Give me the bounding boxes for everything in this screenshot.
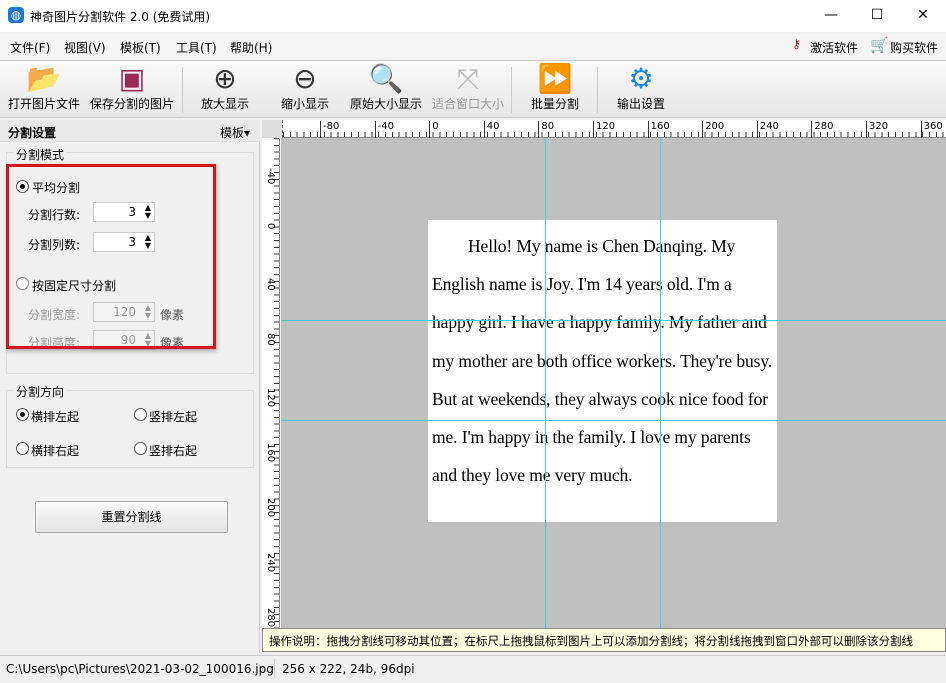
dir-row-left-radio[interactable]: [16, 408, 29, 421]
status-bar: C:\Users\pc\Pictures\2021-03-02_100016.j…: [0, 655, 946, 683]
ruler-label: 40: [483, 121, 500, 138]
group-label: 分割方向: [14, 383, 67, 400]
button-label: 适合窗口大小: [431, 97, 504, 111]
reset-lines-button[interactable]: 重置分割线: [35, 501, 228, 533]
horizontal-ruler[interactable]: -80 -40 0 40 80 120 160 200 240 280 320 360: [283, 120, 946, 138]
group-label: 分割模式: [14, 146, 67, 163]
minimize-button[interactable]: —: [808, 0, 854, 32]
button-label: 保存分割的图片: [89, 97, 174, 111]
dir-label: 竖排右起: [149, 444, 198, 458]
title-bar: ◍ 神奇图片分割软件 2.0 (免费试用) — ☐ ✕: [0, 0, 946, 32]
activate-link[interactable]: 激活软件: [810, 39, 858, 56]
close-button[interactable]: ✕: [900, 0, 946, 32]
ruler-label: -80: [320, 121, 339, 138]
zoom-in-button[interactable]: ⊕ 放大显示: [190, 61, 260, 117]
ruler-label: 80: [538, 121, 554, 138]
menu-tools[interactable]: 工具(T): [176, 39, 217, 56]
image-canvas[interactable]: Hello! My name is Chen Danqing. My Engli…: [281, 138, 946, 628]
button-label: 批量分割: [530, 97, 579, 111]
ruler-label: 0: [265, 223, 276, 230]
open-image-button[interactable]: 📂 打开图片文件: [4, 61, 84, 117]
dir-label: 横排左起: [31, 410, 80, 424]
batch-icon: ⏩: [537, 62, 573, 95]
instructions-tip: 操作说明：拖拽分割线可移动其位置；在标尺上拖拽鼠标到图片上可以添加分割线；将分割…: [262, 628, 946, 652]
dir-col-left-radio[interactable]: [134, 408, 147, 421]
ruler-label: 160: [647, 121, 670, 138]
fit-window-icon: ⤧: [456, 62, 480, 95]
dir-col-right-radio[interactable]: [134, 442, 147, 455]
zoom-in-icon: ⊕: [213, 62, 237, 95]
ruler-label: 120: [265, 388, 276, 408]
button-label: 输出设置: [616, 97, 665, 111]
status-divider: [274, 659, 275, 679]
ruler-label: 200: [265, 498, 276, 518]
menu-bar: 文件(F) 视图(V) 模板(T) 工具(T) 帮助(H) ⚷ 激活软件 🛒 购…: [0, 34, 946, 58]
menu-file[interactable]: 文件(F): [10, 39, 50, 56]
split-settings-panel: 分割设置 模板▾ 分割模式 平均分割 分割行数: 3 ▲ ▼ 分割列数: 3 ▲ ▼ 按…: [0, 120, 260, 653]
menu-view[interactable]: 视图(V): [64, 39, 106, 56]
toolbar-separator: [182, 67, 183, 113]
actual-size-icon: 🔍: [368, 62, 404, 95]
highlight-box: [6, 164, 216, 349]
vertical-ruler[interactable]: -40 0 40 80 120 160 200 240 280: [262, 138, 280, 628]
ruler-label: 280: [265, 608, 276, 628]
ruler-label: -40: [374, 121, 394, 138]
ruler-label: 200: [702, 121, 724, 138]
horizontal-split-line[interactable]: [281, 420, 946, 421]
vertical-split-line[interactable]: [545, 138, 546, 628]
ruler-label: 120: [593, 121, 615, 138]
dir-label: 横排右起: [31, 444, 80, 458]
panel-title: 分割设置: [8, 126, 57, 140]
app-icon: ◍: [8, 7, 24, 23]
button-label: 缩小显示: [280, 97, 329, 111]
key-icon: ⚷: [792, 37, 801, 51]
zoom-out-icon: ⊖: [293, 62, 317, 95]
file-path: C:\Users\pc\Pictures\2021-03-02_100016.j…: [6, 662, 274, 676]
dir-label: 竖排左起: [149, 410, 198, 424]
cart-icon: 🛒: [870, 36, 889, 54]
zoom-out-button[interactable]: ⊖ 缩小显示: [270, 61, 340, 117]
panel-header: 分割设置 模板▾: [0, 120, 260, 142]
buy-link[interactable]: 购买软件: [890, 39, 938, 56]
image-info: 256 x 222, 24b, 96dpi: [282, 662, 415, 676]
toolbar-separator: [597, 67, 598, 113]
ruler-label: 240: [265, 553, 276, 573]
save-icon: ▣: [118, 62, 146, 95]
button-label: 打开图片文件: [7, 97, 80, 111]
menu-help[interactable]: 帮助(H): [230, 39, 272, 56]
button-label: 放大显示: [200, 97, 249, 111]
dir-row-right-radio[interactable]: [16, 442, 29, 455]
ruler-label: -40: [265, 168, 276, 185]
output-settings-button[interactable]: ⚙ 输出设置: [606, 61, 676, 117]
fit-window-button[interactable]: ⤧ 适合窗口大小: [430, 61, 506, 117]
ruler-corner: [262, 120, 283, 138]
ruler-label: 160: [265, 443, 276, 463]
vertical-split-line[interactable]: [660, 138, 661, 628]
batch-split-button[interactable]: ⏩ 批量分割: [520, 61, 590, 117]
ruler-label: 280: [811, 121, 833, 138]
image-preview: Hello! My name is Chen Danqing. My Engli…: [428, 220, 777, 522]
ruler-label: 320: [866, 121, 888, 138]
template-dropdown[interactable]: 模板▾: [220, 124, 250, 141]
ruler-label: 80: [265, 333, 276, 346]
ruler-label: 0: [429, 121, 439, 138]
actual-size-button[interactable]: 🔍 原始大小显示: [346, 61, 426, 117]
window-title: 神奇图片分割软件 2.0 (免费试用): [30, 10, 211, 24]
menu-template[interactable]: 模板(T): [120, 39, 161, 56]
ruler-label: 360: [920, 121, 943, 138]
gear-icon: ⚙: [628, 62, 654, 95]
ruler-label: 240: [756, 121, 779, 138]
toolbar: 📂 打开图片文件 ▣ 保存分割的图片 ⊕ 放大显示 ⊖ 缩小显示 🔍 原始大小显示 ⤧ 适合…: [0, 60, 946, 118]
maximize-button[interactable]: ☐: [854, 0, 900, 32]
horizontal-split-line[interactable]: [281, 320, 946, 321]
open-folder-icon: 📂: [26, 62, 62, 95]
toolbar-separator: [511, 67, 512, 113]
save-images-button[interactable]: ▣ 保存分割的图片: [86, 61, 178, 117]
button-label: 原始大小显示: [349, 97, 422, 111]
ruler-label: 40: [265, 278, 276, 291]
